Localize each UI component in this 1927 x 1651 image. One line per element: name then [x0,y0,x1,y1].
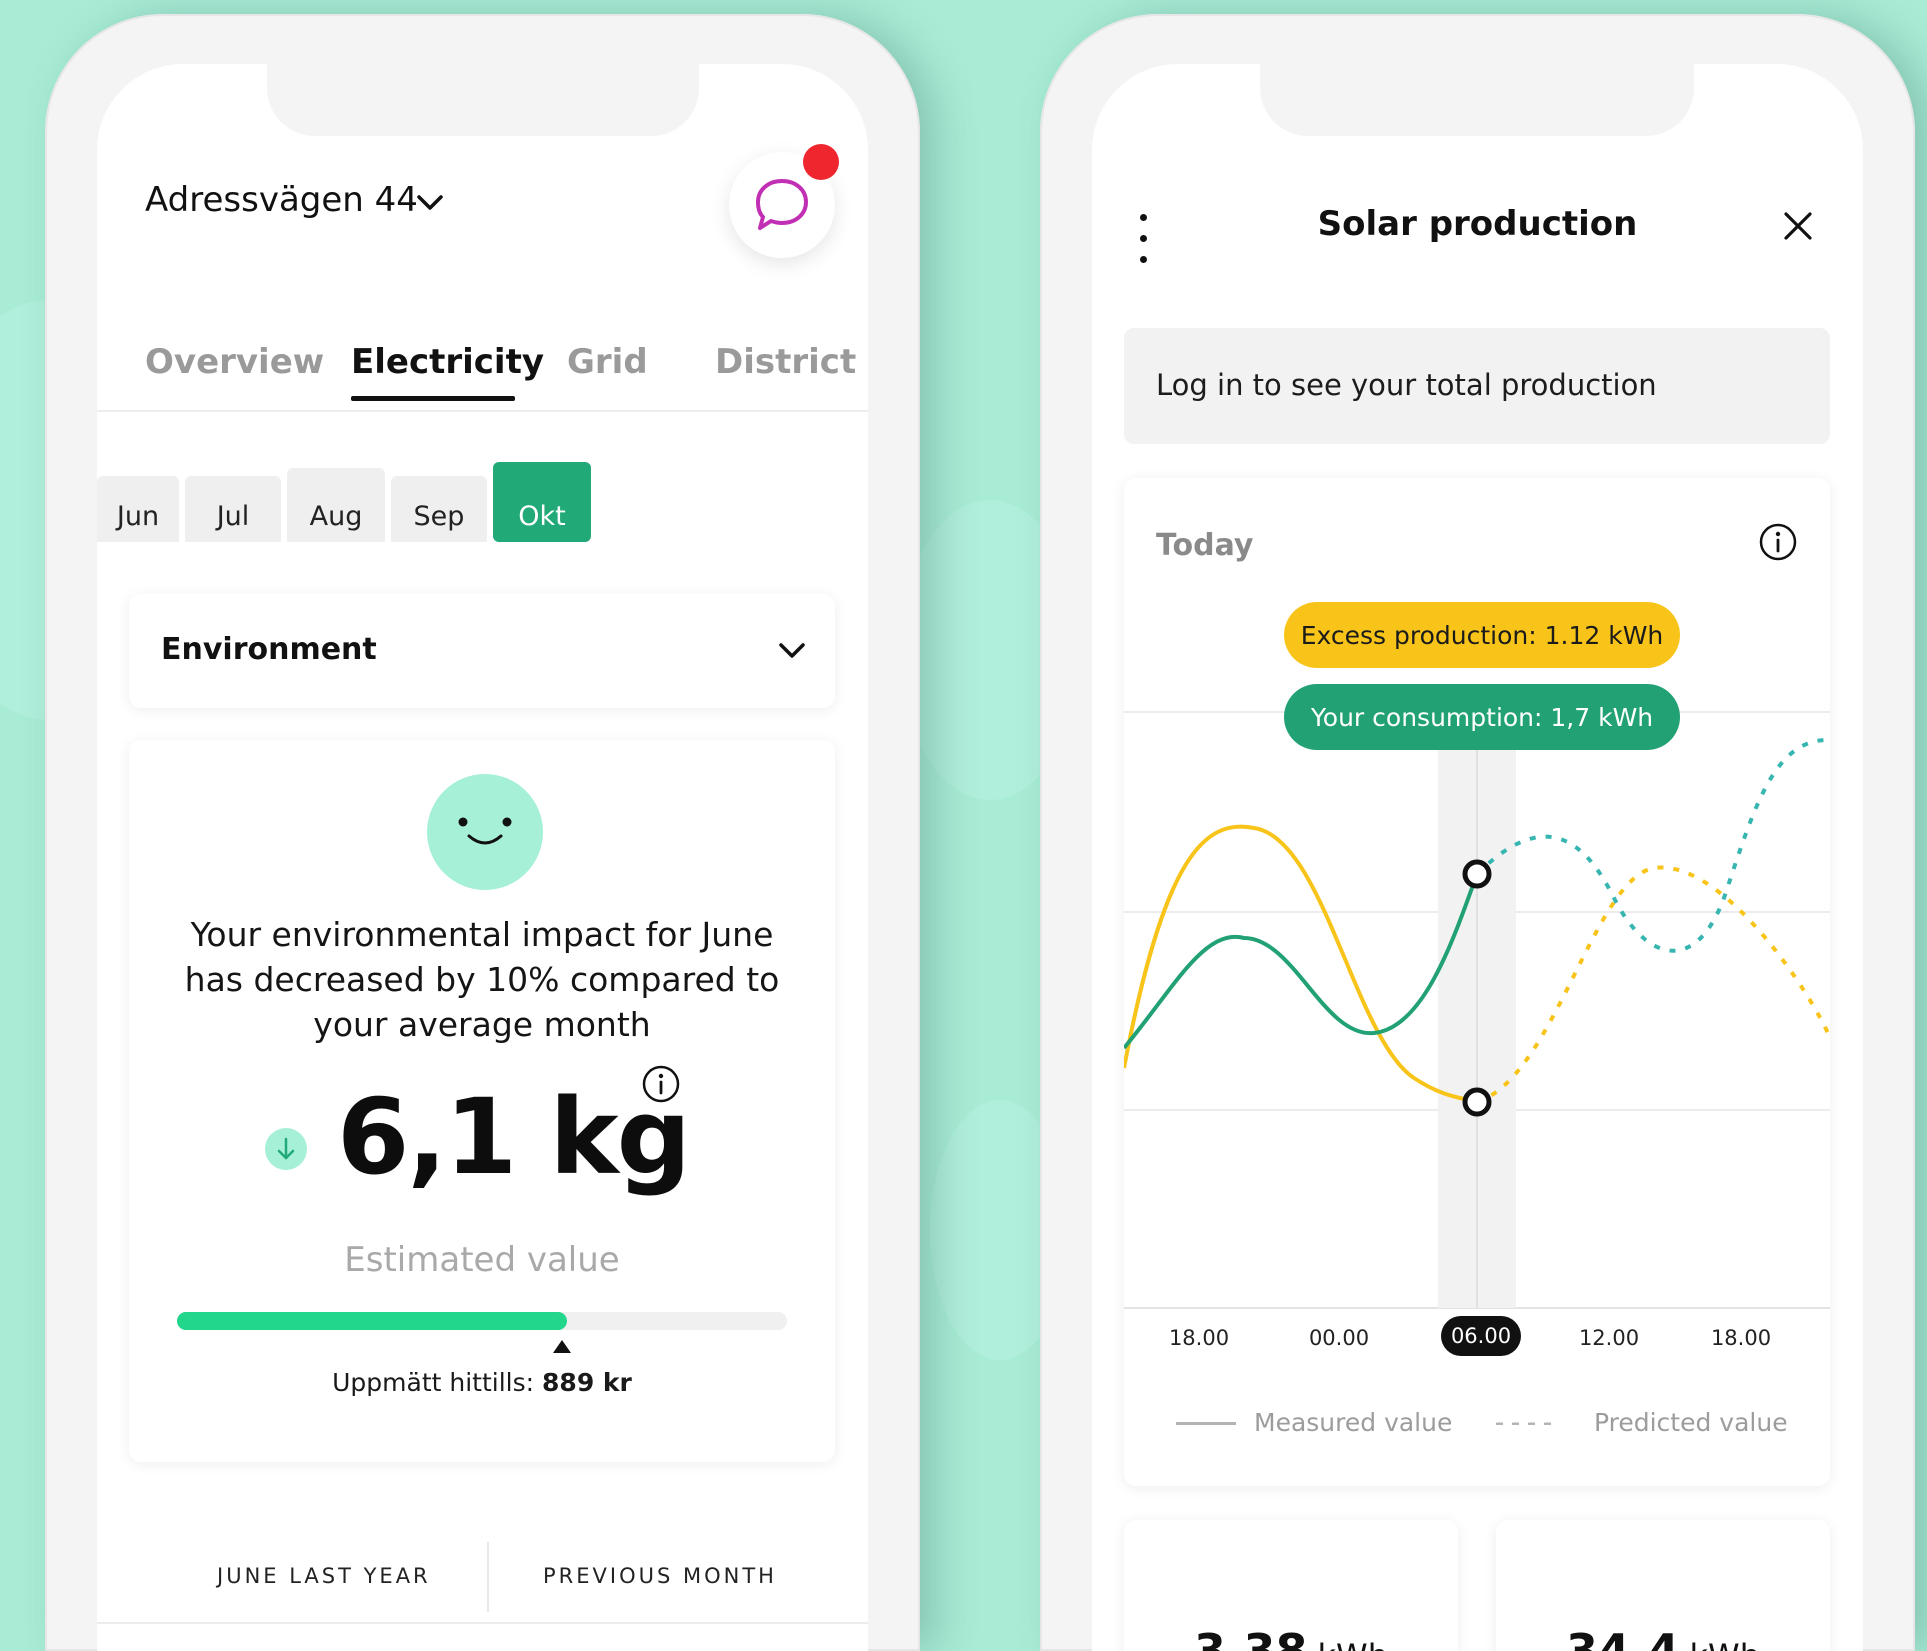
stat-number: 3,38 [1194,1624,1308,1651]
x-tick-label: 00.00 [1308,1326,1370,1350]
environment-impact-card: Your environmental impact for June has d… [129,740,835,1462]
measured-value: 889 kr [542,1368,632,1397]
stat-value: 34,4 kWh [1496,1624,1830,1651]
login-prompt[interactable]: Log in to see your total production [1124,328,1830,444]
month-okt[interactable]: Okt [493,462,591,542]
estimated-value-label: Estimated value [344,1240,620,1280]
month-jun[interactable]: Jun [97,476,179,542]
arrow-down-icon [265,1128,307,1170]
month-sep[interactable]: Sep [391,476,487,542]
consumption-point [1462,859,1492,889]
consumption-measured-line [1124,873,1479,1050]
tab-electricity[interactable]: Electricity [351,342,544,382]
chevron-down-icon [779,643,805,658]
stat-unit: kWh [1690,1637,1760,1651]
chevron-down-icon[interactable] [415,190,445,214]
bottom-navigation [97,1622,868,1651]
stat-number: 34,4 [1566,1624,1680,1651]
legend-solid-swatch [1176,1422,1236,1425]
measured-so-far: Uppmätt hittills: 889 kr [129,1368,835,1397]
electricity-screen: Adressvägen 44 Overview Electricity Grid… [97,64,868,1651]
impact-value: 6,1 kg [337,1076,691,1198]
stat-card: 34,4 kWh [1496,1520,1830,1651]
consumption-predicted-line [1475,737,1830,953]
smiley-icon [427,774,543,890]
x-tick-label: 18.00 [1168,1326,1230,1350]
measured-label: Uppmätt hittills: [332,1368,535,1397]
production-measured-line [1124,824,1478,1104]
month-selector: Jun Jul Aug Sep Okt [97,460,868,542]
active-tab-indicator [351,396,515,401]
legend-dashed-swatch [1496,1422,1558,1425]
month-jul[interactable]: Jul [185,476,281,542]
solar-chart-card: Today Excess production: 1.12 kWh Your c… [1124,478,1830,1486]
progress-bar [177,1312,787,1330]
address-selector-label[interactable]: Adressvägen 44 [145,180,418,220]
excess-production-badge: Excess production: 1.12 kWh [1284,602,1680,668]
info-icon[interactable] [641,1064,681,1104]
compare-june-last-year[interactable]: JUNE LAST YEAR [217,1564,431,1588]
legend-measured: Measured value [1254,1408,1453,1437]
stat-card: 3,38 kWh [1124,1520,1458,1651]
progress-marker [553,1340,571,1353]
tab-overview[interactable]: Overview [145,342,324,382]
x-tick-label: 18.00 [1710,1326,1772,1350]
notification-dot [803,144,839,180]
progress-bar-fill [177,1312,568,1330]
category-tabs: Overview Electricity Grid District hea [97,334,868,412]
comparison-tabs: JUNE LAST YEAR PREVIOUS MONTH [97,1542,868,1622]
period-label: Today [1156,528,1254,563]
month-aug[interactable]: Aug [287,468,385,542]
impact-description: Your environmental impact for June has d… [184,915,780,1044]
production-predicted-line [1476,865,1830,1104]
stat-value: 3,38 kWh [1124,1624,1458,1651]
phone-notch [1260,64,1694,136]
category-dropdown-label: Environment [161,632,377,667]
tab-grid[interactable]: Grid [567,342,648,382]
phone-right: Solar production Log in to see your tota… [1040,14,1915,1651]
stat-unit: kWh [1318,1637,1388,1651]
legend-predicted: Predicted value [1594,1408,1788,1437]
category-dropdown[interactable]: Environment [129,594,835,708]
x-tick-label: 12.00 [1578,1326,1640,1350]
page-title: Solar production [1317,204,1638,244]
phone-notch [267,64,699,136]
login-prompt-text: Log in to see your total production [1156,368,1657,402]
divider [487,1542,489,1612]
consumption-badge: Your consumption: 1,7 kWh [1284,684,1680,750]
chat-bubble-icon [756,179,808,230]
info-icon[interactable] [1758,522,1798,562]
production-point [1462,1087,1492,1117]
close-icon[interactable] [1782,210,1814,242]
tab-district-heating[interactable]: District hea [715,342,868,382]
x-tick-label-selected[interactable]: 06.00 [1441,1316,1521,1356]
phone-left: Adressvägen 44 Overview Electricity Grid… [45,14,920,1651]
solar-production-screen: Solar production Log in to see your tota… [1092,64,1863,1651]
compare-previous-month[interactable]: PREVIOUS MONTH [543,1564,777,1588]
